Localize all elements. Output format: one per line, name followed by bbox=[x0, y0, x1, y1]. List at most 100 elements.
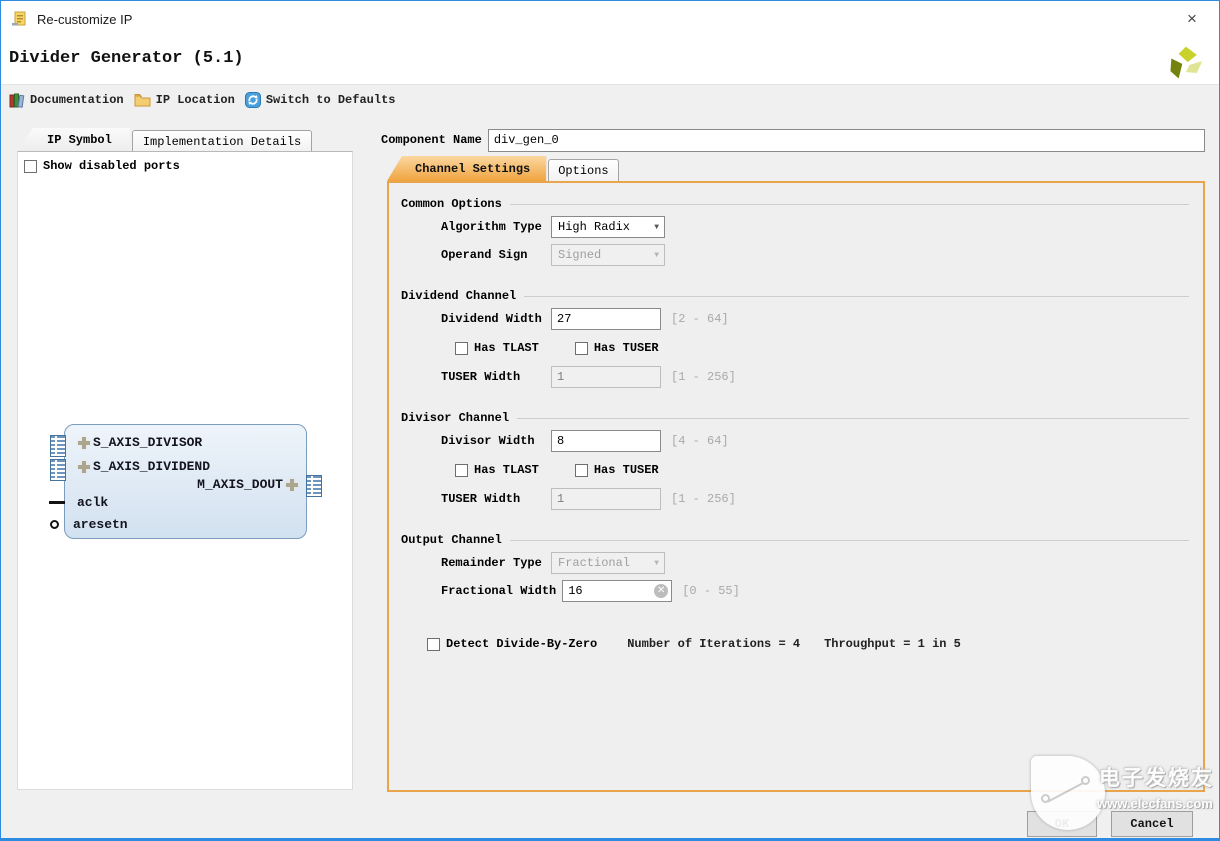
dividend-bus-connector-icon bbox=[50, 459, 66, 481]
operand-sign-value: Signed bbox=[558, 248, 601, 262]
section-title-label: Common Options bbox=[401, 197, 502, 211]
port-m-axis-dout: M_AXIS_DOUT bbox=[197, 477, 298, 492]
toolbar: Documentation IP Location Switch to Defa… bbox=[1, 86, 1219, 114]
dividend-width-input[interactable] bbox=[551, 308, 661, 330]
component-name-input[interactable] bbox=[488, 129, 1205, 152]
settings-tab-bar: Channel Settings Options bbox=[387, 156, 619, 181]
ip-location-button[interactable]: IP Location bbox=[134, 93, 235, 107]
port-label: M_AXIS_DOUT bbox=[197, 477, 283, 492]
fractional-width-range: [0 - 55] bbox=[682, 584, 740, 598]
divisor-flags-row: Has TLAST Has TUSER bbox=[455, 463, 1189, 477]
divisor-tuser-width-row: TUSER Width [1 - 256] bbox=[441, 487, 1189, 511]
documentation-label: Documentation bbox=[30, 93, 124, 107]
dividend-has-tuser-label: Has TUSER bbox=[594, 341, 659, 355]
tab-ip-symbol[interactable]: IP Symbol bbox=[17, 128, 130, 152]
refresh-arrows-icon bbox=[245, 92, 261, 108]
divisor-tuser-width-input bbox=[551, 488, 661, 510]
window-title: Re-customize IP bbox=[37, 12, 132, 27]
ip-symbol-block: S_AXIS_DIVISOR S_AXIS_DIVIDEND M_AXIS_DO… bbox=[64, 424, 307, 539]
tab-options-label: Options bbox=[558, 164, 608, 178]
divisor-width-label: Divisor Width bbox=[441, 434, 545, 448]
dividend-width-range: [2 - 64] bbox=[671, 312, 729, 326]
section-title-label: Divisor Channel bbox=[401, 411, 509, 425]
section-divider bbox=[510, 540, 1189, 541]
port-aclk: aclk bbox=[77, 495, 108, 510]
section-title-label: Dividend Channel bbox=[401, 289, 516, 303]
aclk-pin-icon bbox=[49, 501, 65, 504]
expand-plus-icon[interactable] bbox=[286, 479, 298, 491]
dividend-has-tlast-checkbox[interactable] bbox=[455, 342, 468, 355]
ip-document-icon bbox=[11, 10, 29, 28]
component-name-label: Component Name bbox=[381, 133, 482, 147]
divisor-has-tlast-checkbox[interactable] bbox=[455, 464, 468, 477]
close-icon[interactable]: × bbox=[1179, 7, 1205, 31]
tab-implementation-details[interactable]: Implementation Details bbox=[132, 130, 312, 152]
documentation-button[interactable]: Documentation bbox=[9, 93, 124, 108]
tab-options[interactable]: Options bbox=[548, 159, 618, 181]
show-disabled-ports-checkbox[interactable] bbox=[24, 160, 37, 173]
throughput-info: Throughput = 1 in 5 bbox=[824, 637, 961, 651]
page-title: Divider Generator (5.1) bbox=[9, 49, 244, 68]
iterations-info: Number of Iterations = 4 bbox=[627, 637, 800, 651]
divisor-width-row: Divisor Width [4 - 64] bbox=[441, 429, 1189, 453]
port-s-axis-dividend: S_AXIS_DIVIDEND bbox=[78, 459, 210, 474]
detect-divide-by-zero-checkbox[interactable] bbox=[427, 638, 440, 651]
remainder-type-select: Fractional bbox=[551, 552, 665, 574]
switch-to-defaults-button[interactable]: Switch to Defaults bbox=[245, 92, 396, 108]
port-label: aresetn bbox=[73, 517, 128, 532]
detect-divide-by-zero-row: Detect Divide-By-Zero Number of Iteratio… bbox=[427, 637, 1189, 651]
operand-sign-row: Operand Sign Signed bbox=[441, 243, 1189, 267]
dividend-has-tuser-item: Has TUSER bbox=[575, 341, 659, 355]
component-name-row: Component Name bbox=[381, 128, 1205, 152]
dividend-tuser-width-row: TUSER Width [1 - 256] bbox=[441, 365, 1189, 389]
cancel-button[interactable]: Cancel bbox=[1111, 811, 1193, 837]
dividend-has-tuser-checkbox[interactable] bbox=[575, 342, 588, 355]
divisor-tuser-width-label: TUSER Width bbox=[441, 492, 545, 506]
dividend-tuser-width-range: [1 - 256] bbox=[671, 370, 736, 384]
show-disabled-ports-label: Show disabled ports bbox=[43, 159, 180, 173]
left-tab-bar: IP Symbol Implementation Details bbox=[17, 128, 312, 152]
dividend-has-tlast-label: Has TLAST bbox=[474, 341, 539, 355]
algorithm-type-select[interactable]: High Radix bbox=[551, 216, 665, 238]
divisor-has-tlast-item: Has TLAST bbox=[455, 463, 539, 477]
algorithm-type-label: Algorithm Type bbox=[441, 220, 545, 234]
dividend-tuser-width-label: TUSER Width bbox=[441, 370, 545, 384]
detect-divide-by-zero-label: Detect Divide-By-Zero bbox=[446, 637, 597, 651]
remainder-type-label: Remainder Type bbox=[441, 556, 545, 570]
divisor-bus-connector-icon bbox=[50, 435, 66, 457]
dividend-tuser-width-input bbox=[551, 366, 661, 388]
switch-to-defaults-label: Switch to Defaults bbox=[266, 93, 396, 107]
xilinx-logo-icon bbox=[1165, 43, 1205, 83]
expand-plus-icon[interactable] bbox=[78, 437, 90, 449]
watermark-node-icon bbox=[1041, 794, 1050, 803]
dout-bus-connector-icon bbox=[306, 475, 322, 497]
output-channel-section-title: Output Channel bbox=[401, 533, 1189, 547]
fractional-width-label: Fractional Width bbox=[441, 584, 556, 598]
divisor-tuser-width-range: [1 - 256] bbox=[671, 492, 736, 506]
divisor-width-range: [4 - 64] bbox=[671, 434, 729, 448]
ip-location-label: IP Location bbox=[156, 93, 235, 107]
divisor-has-tuser-label: Has TUSER bbox=[594, 463, 659, 477]
tab-ip-symbol-label: IP Symbol bbox=[47, 133, 112, 147]
divisor-has-tuser-checkbox[interactable] bbox=[575, 464, 588, 477]
divisor-has-tuser-item: Has TUSER bbox=[575, 463, 659, 477]
port-label: S_AXIS_DIVIDEND bbox=[93, 459, 210, 474]
tab-channel-settings[interactable]: Channel Settings bbox=[387, 156, 546, 181]
dividend-has-tlast-item: Has TLAST bbox=[455, 341, 539, 355]
dividend-flags-row: Has TLAST Has TUSER bbox=[455, 341, 1189, 355]
ok-button[interactable]: OK bbox=[1027, 811, 1097, 837]
dividend-width-row: Dividend Width [2 - 64] bbox=[441, 307, 1189, 331]
ip-symbol-panel: Show disabled ports S_AXIS_DIVISOR S_AXI… bbox=[17, 151, 353, 790]
port-aresetn: aresetn bbox=[73, 517, 128, 532]
divisor-width-input[interactable] bbox=[551, 430, 661, 452]
show-disabled-ports-row: Show disabled ports bbox=[24, 159, 352, 173]
divisor-channel-section-title: Divisor Channel bbox=[401, 411, 1189, 425]
common-options-section-title: Common Options bbox=[401, 197, 1189, 211]
algorithm-type-value: High Radix bbox=[558, 220, 630, 234]
title-bar: Re-customize IP × bbox=[1, 1, 1219, 37]
port-label: aclk bbox=[77, 495, 108, 510]
dividend-channel-section-title: Dividend Channel bbox=[401, 289, 1189, 303]
divisor-has-tlast-label: Has TLAST bbox=[474, 463, 539, 477]
expand-plus-icon[interactable] bbox=[78, 461, 90, 473]
algorithm-type-row: Algorithm Type High Radix bbox=[441, 215, 1189, 239]
